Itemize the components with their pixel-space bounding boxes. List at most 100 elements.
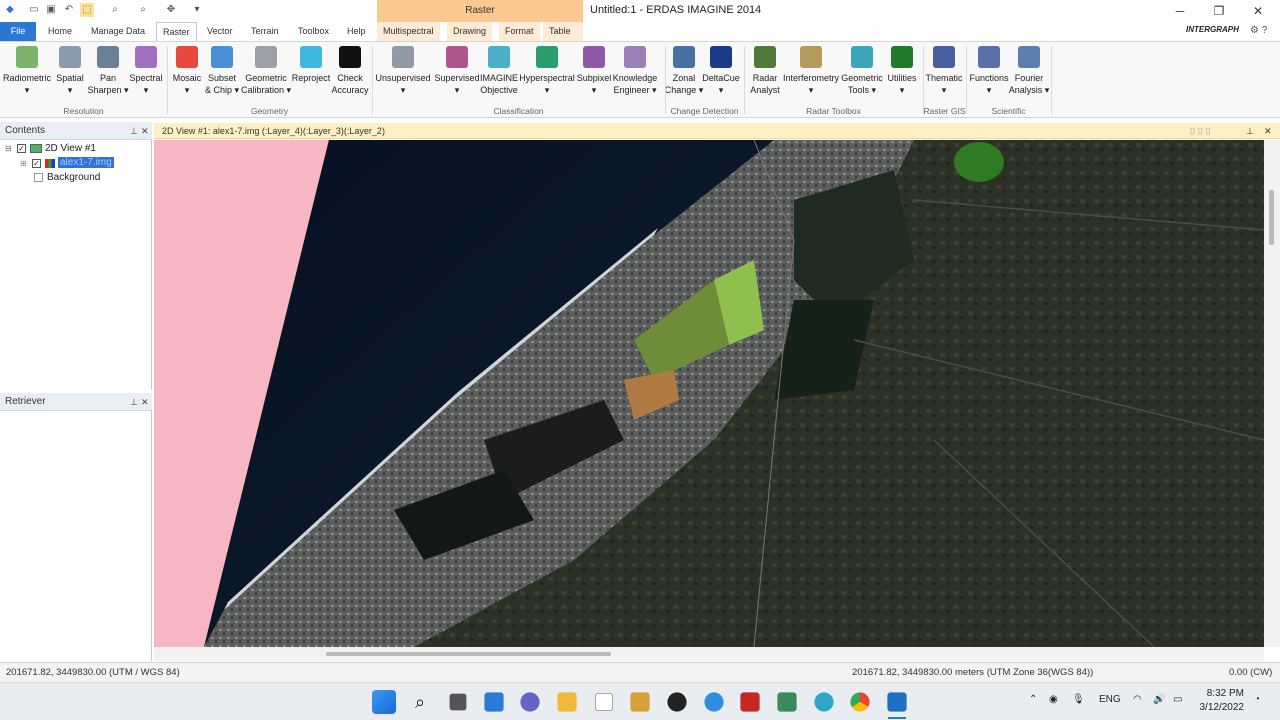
- close-button[interactable]: ✕: [1241, 2, 1275, 20]
- view-node[interactable]: 2D View #1: [45, 143, 96, 154]
- vertical-scrollbar[interactable]: [1264, 140, 1280, 647]
- erdas-taskbar-icon[interactable]: [887, 692, 907, 712]
- zoom-in-icon[interactable]: ⌕: [108, 3, 122, 17]
- subset-chip-icon: [211, 46, 233, 68]
- chat-icon[interactable]: [520, 692, 540, 712]
- imagine-objective-icon: [488, 46, 510, 68]
- tab-drawing[interactable]: Drawing: [447, 22, 493, 41]
- volume-icon[interactable]: 🔊: [1153, 694, 1165, 705]
- notepad-icon[interactable]: [595, 693, 613, 711]
- interferometry-icon: [800, 46, 822, 68]
- pin-icon[interactable]: ⊥: [130, 393, 138, 411]
- customize-icon[interactable]: ▾: [190, 3, 204, 17]
- zoom-out-icon[interactable]: ⌕: [136, 3, 150, 17]
- globe-app-icon[interactable]: [814, 692, 834, 712]
- tab-terrain[interactable]: Terrain: [245, 22, 285, 41]
- pin-icon[interactable]: ⊥: [130, 122, 138, 140]
- save-icon[interactable]: ▣: [44, 3, 58, 17]
- close-panel-icon[interactable]: ✕: [141, 393, 149, 411]
- view-header: 2D View #1: alex1-7.img (:Layer_4)(:Laye…: [154, 123, 1280, 139]
- app-icon-obs[interactable]: [667, 692, 687, 712]
- view-window-buttons[interactable]: ⌷ ⌷ ⌷: [1190, 123, 1211, 139]
- view-checkbox[interactable]: ✓: [17, 144, 26, 153]
- tab-multispectral[interactable]: Multispectral: [377, 22, 440, 41]
- taskbar: ⌕ ⌃ ◉ 🎙 ENG ◠ 🔊 ▭ 8:32 PM 3/12/2022 ◔: [0, 682, 1280, 720]
- start-icon[interactable]: [372, 690, 396, 714]
- battery-icon[interactable]: ▭: [1173, 694, 1182, 705]
- group-raster-gis: Raster GIS: [923, 106, 966, 116]
- open-icon[interactable]: ▭: [27, 3, 41, 17]
- status-coords: 201671.82, 3449830.00 (UTM / WGS 84): [6, 667, 180, 678]
- contents-panel-header: Contents ⊥ ✕: [0, 122, 152, 140]
- retriever-panel: [0, 411, 152, 661]
- expand-icon[interactable]: ⊞: [20, 159, 27, 168]
- tab-format[interactable]: Format: [499, 22, 540, 41]
- mcafee-icon[interactable]: [740, 692, 760, 712]
- tab-file[interactable]: File: [0, 22, 36, 41]
- context-tab-raster: Raster: [377, 0, 583, 22]
- language-indicator[interactable]: ENG: [1099, 694, 1121, 705]
- thematic-icon: [933, 46, 955, 68]
- view-pin-icon[interactable]: ⊥: [1246, 123, 1254, 139]
- status-rotation: 0.00 (CW): [1229, 667, 1273, 678]
- title-bar: ◆ ▭ ▣ ↶ ⬚ ⌕ ⌕ ✥ ▾ Raster Untitled:1 - ER…: [0, 0, 1280, 22]
- geometric-calibration-sublabel: Calibration ▾: [240, 85, 292, 95]
- tab-table[interactable]: Table: [543, 22, 583, 41]
- close-panel-icon[interactable]: ✕: [141, 122, 149, 140]
- undo-icon[interactable]: ↶: [62, 3, 76, 17]
- notifications-icon[interactable]: ◔: [1254, 694, 1260, 705]
- horizontal-scroll-thumb[interactable]: [326, 652, 611, 656]
- microphone-icon[interactable]: 🎙: [1072, 694, 1085, 705]
- chrome-icon[interactable]: [850, 692, 870, 712]
- radar-analyst-icon: [754, 46, 776, 68]
- pan-icon[interactable]: ✥: [164, 3, 178, 17]
- view-title: 2D View #1: alex1-7.img (:Layer_4)(:Laye…: [162, 126, 385, 136]
- contents-panel: ⊟ ✓ 2D View #1 ⊞ ✓ alex1-7.img Backgroun…: [0, 140, 152, 390]
- collapse-icon[interactable]: ⊟: [5, 144, 12, 153]
- layer-node[interactable]: alex1-7.img: [58, 157, 114, 168]
- deltacue-icon: [710, 46, 732, 68]
- radiometric-icon: [16, 46, 38, 68]
- help-icon[interactable]: ⚙ ?: [1250, 25, 1267, 36]
- tab-toolbox[interactable]: Toolbox: [292, 22, 335, 41]
- horizontal-scrollbar[interactable]: [154, 647, 1264, 661]
- group-resolution: Resolution: [63, 106, 104, 116]
- unsupervised-icon: [392, 46, 414, 68]
- app-icon: ◆: [6, 4, 14, 15]
- map-view[interactable]: [154, 140, 1264, 647]
- wifi-icon[interactable]: ◠: [1133, 694, 1142, 705]
- background-icon: [34, 173, 43, 182]
- fourier-analysis-button[interactable]: Fourier Analysis ▾: [995, 46, 1063, 96]
- tab-raster[interactable]: Raster: [156, 22, 197, 41]
- background-node[interactable]: Background: [47, 172, 100, 183]
- tray-network-app-icon[interactable]: ◉: [1049, 694, 1058, 705]
- fourier-analysis-label: Fourier: [1014, 73, 1044, 83]
- arcgis-icon[interactable]: [777, 692, 797, 712]
- tab-manage-data[interactable]: Manage Data: [85, 22, 151, 41]
- view-icon: [30, 144, 42, 153]
- widgets-icon[interactable]: [484, 692, 504, 712]
- clock-time[interactable]: 8:32 PM: [1200, 688, 1244, 699]
- file-explorer-icon[interactable]: [557, 692, 577, 712]
- vertical-scroll-thumb[interactable]: [1269, 190, 1274, 245]
- fourier-analysis-icon: [1018, 46, 1040, 68]
- layer-checkbox[interactable]: ✓: [32, 159, 41, 168]
- select-icon[interactable]: ⬚: [80, 3, 94, 17]
- restore-button[interactable]: ❐: [1202, 2, 1236, 20]
- search-icon[interactable]: ⌕: [408, 690, 432, 714]
- store-icon[interactable]: [630, 692, 650, 712]
- task-view-icon[interactable]: [449, 693, 467, 711]
- view-close-icon[interactable]: ✕: [1264, 123, 1272, 139]
- edge-icon[interactable]: [704, 692, 724, 712]
- tab-home[interactable]: Home: [42, 22, 78, 41]
- group-radar-toolbox: Radar Toolbox: [806, 106, 861, 116]
- knowledge-engineer-icon: [624, 46, 646, 68]
- clock-date[interactable]: 3/12/2022: [1195, 702, 1245, 713]
- tab-vector[interactable]: Vector: [201, 22, 239, 41]
- status-map-coords: 201671.82, 3449830.00 meters (UTM Zone 3…: [852, 667, 1094, 678]
- satellite-image: [154, 140, 1264, 647]
- ribbon: Radiometric ▾ Spatial ▾ Pan Sharpen ▾ Spectral…: [0, 41, 1280, 118]
- minimize-button[interactable]: ─: [1163, 2, 1197, 20]
- tray-chevron-icon[interactable]: ⌃: [1029, 694, 1037, 705]
- tab-help[interactable]: Help: [341, 22, 372, 41]
